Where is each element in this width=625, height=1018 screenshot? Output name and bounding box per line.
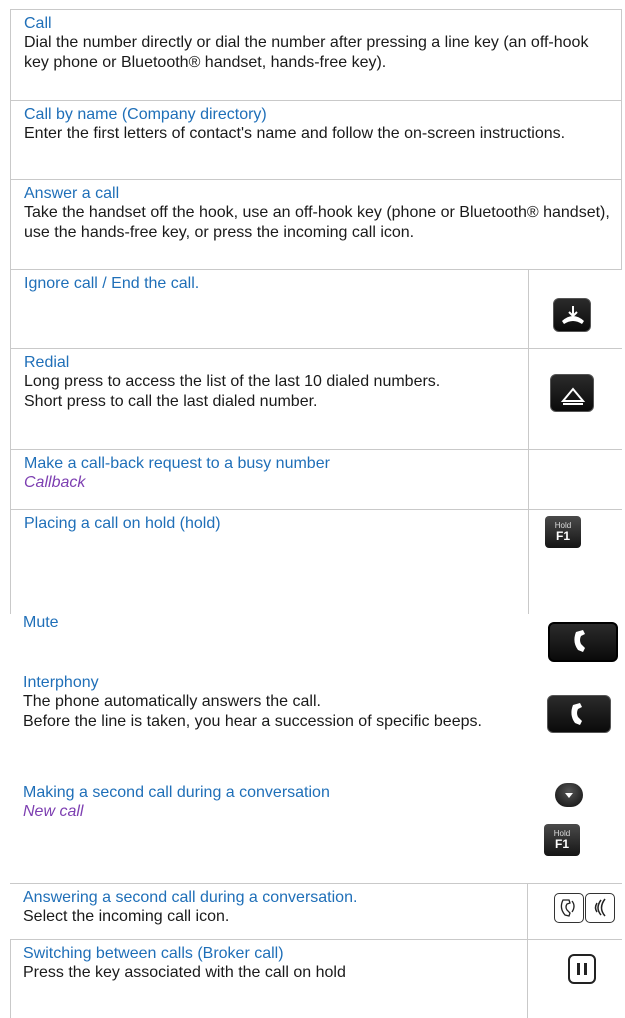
row-option: Callback [24, 474, 86, 491]
row-title: Answering a second call during a convers… [23, 889, 358, 906]
row-title: Answer a call [24, 185, 120, 202]
left-border [10, 940, 11, 1018]
row-title: Mute [23, 614, 59, 631]
row-title: Redial [24, 354, 70, 371]
row-call: Call Dial the number directly or dial th… [10, 9, 622, 100]
row-title: Call [24, 15, 52, 32]
row-text: Redial Long press to access the list of … [11, 349, 526, 411]
row-text: Make a call-back request to a busy numbe… [11, 450, 526, 492]
incoming-call-icon[interactable] [554, 893, 584, 923]
interphony-key-icon[interactable] [547, 695, 611, 733]
row-text: Placing a call on hold (hold) [11, 510, 526, 533]
ringing-call-icon[interactable] [585, 893, 615, 923]
row-call-by-name: Call by name (Company directory) Enter t… [10, 100, 622, 179]
row-ignore-call: Ignore call / End the call. [10, 269, 622, 348]
row-description-line: The phone automatically answers the call… [23, 693, 321, 710]
row-title: Make a call-back request to a busy numbe… [24, 455, 330, 472]
row-text: Call by name (Company directory) Enter t… [11, 101, 621, 144]
icon-column [528, 349, 594, 449]
key-small-label: Hold [553, 829, 571, 838]
row-title: Placing a call on hold (hold) [24, 515, 221, 532]
row-title: Call by name (Company directory) [24, 106, 267, 123]
row-title: Switching between calls (Broker call) [23, 945, 284, 962]
icon-column [528, 510, 529, 614]
row-redial: Redial Long press to access the list of … [10, 348, 622, 449]
row-text: Call Dial the number directly or dial th… [11, 10, 621, 72]
row-answer-second-call: Answering a second call during a convers… [10, 883, 622, 939]
row-interphony: Interphony The phone automatically answe… [10, 669, 622, 779]
row-text: Answering a second call during a convers… [20, 884, 535, 927]
row-description-line: Long press to access the list of the las… [24, 373, 441, 390]
row-text: Making a second call during a conversati… [10, 779, 525, 821]
redial-key-icon[interactable] [550, 374, 594, 412]
row-description: Select the incoming call icon. [23, 908, 230, 925]
row-text: Interphony The phone automatically answe… [10, 669, 525, 731]
pause-key-icon[interactable] [568, 954, 596, 984]
row-description-line: Before the line is taken, you hear a suc… [23, 712, 482, 730]
row-description: Take the handset off the hook, use an of… [24, 204, 610, 241]
hold-f1-key-icon[interactable]: Hold F1 [544, 824, 580, 856]
row-broker-call: Switching between calls (Broker call) Pr… [10, 939, 622, 1018]
row-description-line: Short press to call the last dialed numb… [24, 392, 318, 410]
row-text: Mute [10, 609, 525, 632]
key-big-label: F1 [555, 529, 570, 543]
row-title: Making a second call during a conversati… [23, 784, 330, 801]
row-hold: Placing a call on hold (hold) Hold F1 [10, 509, 622, 615]
row-text: Switching between calls (Broker call) Pr… [20, 940, 535, 983]
icon-column [528, 450, 529, 509]
row-answer-call: Answer a call Take the handset off the h… [10, 179, 622, 269]
row-description: Dial the number directly or dial the num… [24, 34, 589, 71]
hold-f1-key-icon[interactable]: Hold F1 [545, 516, 581, 548]
row-text: Ignore call / End the call. [11, 270, 526, 293]
row-title: Interphony [23, 674, 99, 691]
key-small-label: Hold [554, 521, 572, 530]
mute-key-icon[interactable] [548, 622, 618, 662]
key-big-label: F1 [554, 837, 569, 851]
navigator-down-icon[interactable] [555, 783, 583, 807]
row-title: Ignore call / End the call. [24, 275, 200, 292]
row-mute: Mute [10, 614, 622, 669]
hang-up-key-icon[interactable] [553, 298, 591, 332]
row-description: Enter the first letters of contact's nam… [24, 125, 566, 142]
icon-column [527, 940, 528, 1018]
row-description: Press the key associated with the call o… [23, 964, 346, 981]
row-callback: Make a call-back request to a busy numbe… [10, 449, 622, 509]
icon-column [528, 270, 591, 348]
row-text: Answer a call Take the handset off the h… [11, 180, 621, 242]
icon-column [527, 884, 528, 939]
row-second-call: Making a second call during a conversati… [10, 779, 622, 879]
row-option: New call [23, 803, 84, 820]
